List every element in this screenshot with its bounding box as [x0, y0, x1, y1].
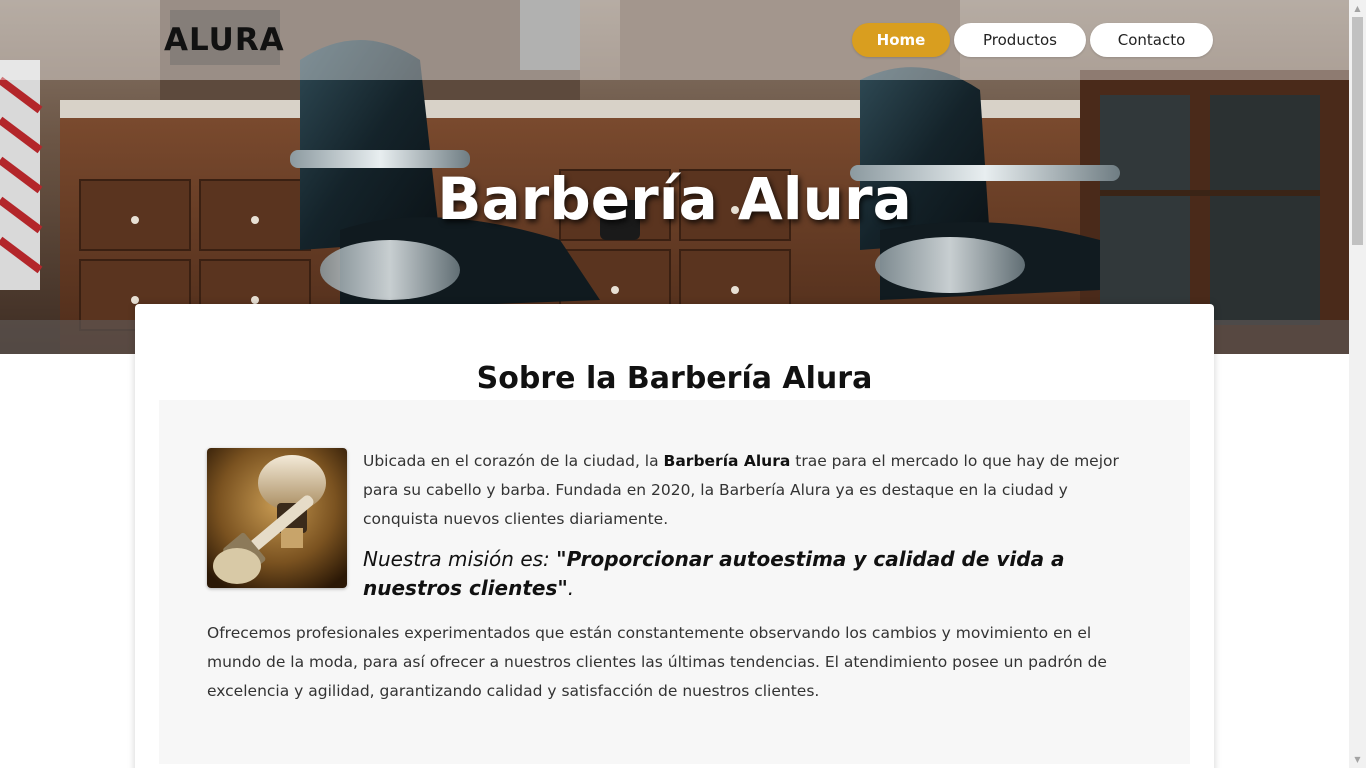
nav-home-button[interactable]: Home — [852, 23, 950, 57]
main-nav: Home Productos Contacto — [852, 23, 1213, 57]
nav-contacto-button[interactable]: Contacto — [1090, 23, 1213, 57]
shaving-brush-image — [207, 448, 347, 588]
hero-title: Barbería Alura — [437, 164, 912, 233]
scroll-down-arrow-icon[interactable]: ▼ — [1349, 751, 1366, 768]
brand-logo[interactable]: ALURA — [164, 22, 285, 58]
about-intro-text: Ubicada en el corazón de la ciudad, la B… — [363, 452, 1119, 528]
scrollbar-thumb[interactable] — [1352, 17, 1363, 245]
hero-banner: ALURA Home Productos Contacto Barbería A… — [0, 0, 1349, 354]
about-panel: Ubicada en el corazón de la ciudad, la B… — [159, 400, 1190, 764]
page: ALURA Home Productos Contacto Barbería A… — [0, 0, 1349, 768]
about-intro-brand: Barbería Alura — [663, 452, 791, 470]
services-text: Ofrecemos profesionales experimentados q… — [207, 624, 1107, 700]
page-scrollbar[interactable]: ▲ ▼ — [1349, 0, 1366, 768]
mission-statement: Nuestra misión es: "Proporcionar autoest… — [363, 547, 1065, 600]
nav-productos-button[interactable]: Productos — [954, 23, 1086, 57]
scroll-up-arrow-icon[interactable]: ▲ — [1349, 0, 1366, 17]
about-title: Sobre la Barbería Alura — [476, 360, 873, 396]
about-card: Sobre la Barbería Alura Ubicada en el co… — [135, 304, 1214, 768]
